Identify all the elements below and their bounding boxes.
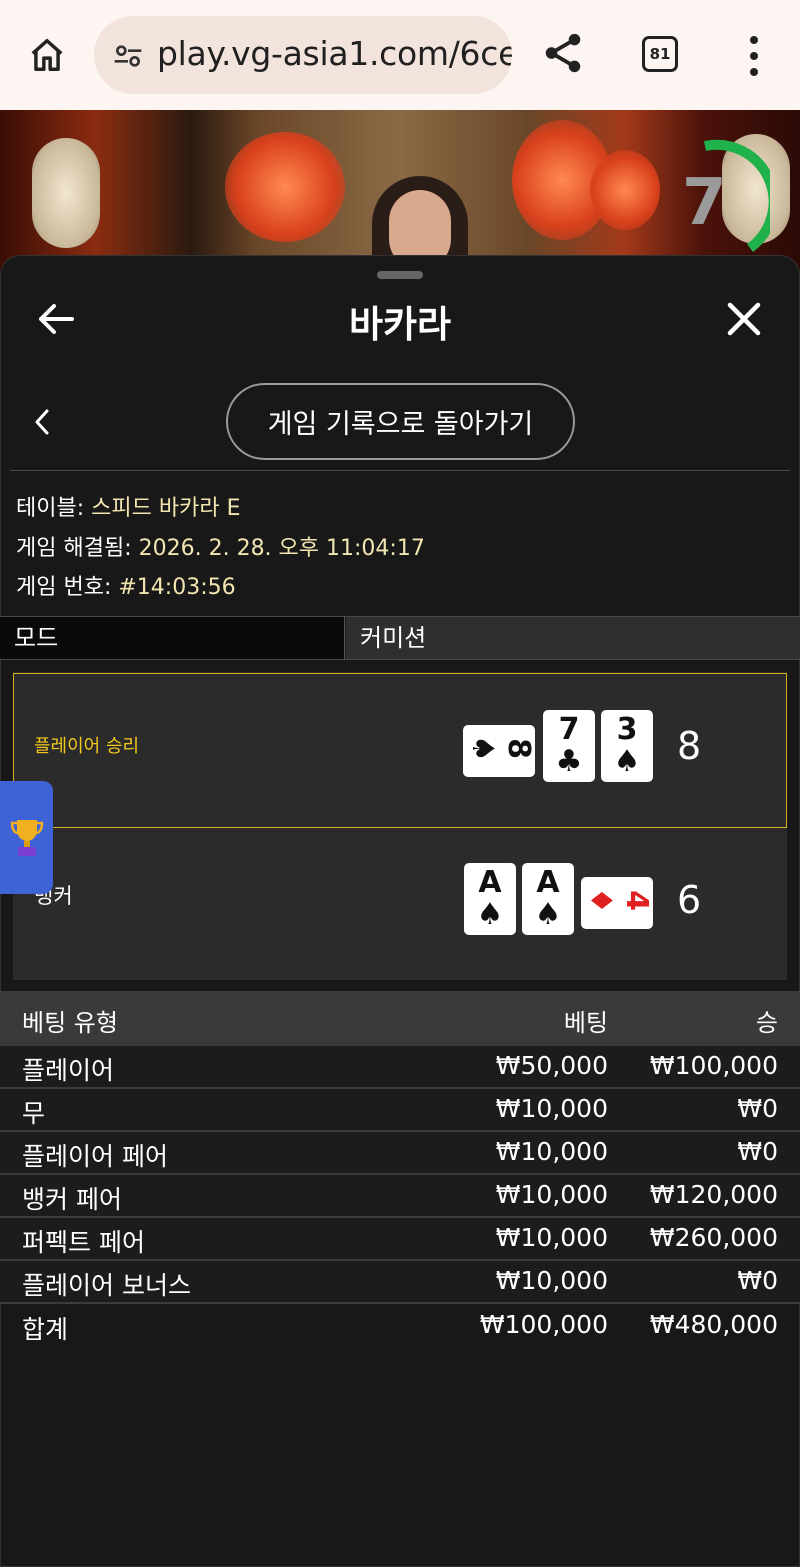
bet-amount: ₩10,000 (495, 1223, 608, 1252)
header-bet: 베팅 (563, 1009, 608, 1037)
table-info: 테이블: 스피드 바카라 E (16, 490, 240, 522)
tab-switcher-button[interactable]: 81 (642, 36, 678, 72)
win-amount: ₩120,000 (649, 1180, 778, 1209)
url-text[interactable]: play.vg-asia1.com/6ce (157, 34, 512, 73)
sheet-title: 바카라 (348, 303, 452, 346)
card-rank: 8 (501, 738, 537, 759)
lantern-decoration (32, 138, 100, 248)
bets-table-header: 베팅 유형 베팅 승 (0, 991, 800, 1046)
win-amount: ₩0 (737, 1094, 778, 1123)
bet-amount: ₩10,000 (495, 1094, 608, 1123)
resolved-info: 게임 해결됨: 2026. 2. 28. 오후 11:04:17 (16, 530, 425, 562)
card-suit: ♠ (464, 735, 500, 762)
player-win-label: 플레이어 승리 (34, 736, 140, 757)
card-rank: 3 (616, 712, 638, 747)
mode-row: 모드 커미션 (0, 616, 800, 660)
player-card-3: 3 ♠ (601, 710, 653, 782)
table-row: 플레이어 ₩50,000 ₩100,000 (0, 1046, 800, 1089)
player-card-2: 7 ♣ (543, 710, 595, 782)
resolved-value: 2026. 2. 28. 오후 11:04:17 (138, 536, 425, 561)
bet-amount: ₩50,000 (495, 1051, 608, 1080)
table-row: 플레이어 보너스 ₩10,000 ₩0 (0, 1261, 800, 1304)
card-rank: A (478, 865, 502, 900)
chevron-left-icon[interactable] (32, 408, 52, 436)
bet-type: 플레이어 페어 (22, 1142, 168, 1171)
player-card-1: ♠ 8 (463, 725, 537, 777)
close-icon[interactable] (726, 301, 762, 337)
win-amount: ₩100,000 (649, 1051, 778, 1080)
card-rank: A (536, 865, 560, 900)
total-label: 합계 (22, 1315, 69, 1344)
resolved-label: 게임 해결됨: (16, 536, 139, 561)
card-rank: 7 (558, 712, 580, 747)
trophy-tab[interactable] (0, 781, 53, 894)
win-amount: ₩0 (737, 1266, 778, 1295)
table-row: 무 ₩10,000 ₩0 (0, 1089, 800, 1132)
win-amount: ₩0 (737, 1137, 778, 1166)
bet-type: 무 (22, 1099, 46, 1128)
tab-count: 81 (649, 45, 671, 63)
banker-card-3: ♦ 4 (581, 877, 655, 929)
bet-amount: ₩10,000 (495, 1137, 608, 1166)
table-row: 뱅커 페어 ₩10,000 ₩120,000 (0, 1175, 800, 1218)
bet-type: 플레이어 (22, 1056, 115, 1085)
table-row: 퍼펙트 페어 ₩10,000 ₩260,000 (0, 1218, 800, 1261)
banker-card-1: A ♠ (464, 863, 516, 935)
card-suit: ♠ (613, 744, 641, 779)
mode-label: 모드 (0, 617, 345, 659)
trophy-icon (10, 819, 43, 856)
player-score: 8 (677, 724, 702, 768)
divider (10, 470, 790, 471)
home-button[interactable] (26, 34, 68, 76)
card-rank: 4 (619, 890, 655, 911)
round-label: 게임 번호: (16, 575, 119, 600)
header-bet-type: 베팅 유형 (22, 1009, 118, 1037)
bet-type: 플레이어 보너스 (22, 1271, 191, 1300)
total-win: ₩480,000 (649, 1310, 778, 1339)
back-to-history-button[interactable]: 게임 기록으로 돌아가기 (226, 383, 575, 460)
mode-value: 커미션 (346, 617, 800, 659)
bet-amount: ₩10,000 (495, 1180, 608, 1209)
banker-score: 6 (677, 878, 702, 922)
banker-card-2: A ♠ (522, 863, 574, 935)
bet-type: 뱅커 페어 (22, 1185, 122, 1214)
total-row: 합계 ₩100,000 ₩480,000 (0, 1304, 800, 1348)
url-bar[interactable]: play.vg-asia1.com/6ce (94, 16, 512, 94)
home-icon (31, 39, 63, 71)
back-to-history-label: 게임 기록으로 돌아가기 (267, 409, 534, 440)
total-bet: ₩100,000 (479, 1310, 608, 1339)
header-win: 승 (755, 1009, 778, 1037)
card-suit: ♦ (582, 887, 618, 914)
browser-toolbar: play.vg-asia1.com/6ce 81 (0, 0, 800, 110)
countdown-value: 7 (682, 166, 727, 240)
sheet-drag-handle[interactable] (377, 271, 423, 279)
round-info: 게임 번호: #14:03:56 (16, 569, 236, 601)
table-value: 스피드 바카라 E (91, 496, 241, 521)
card-suit: ♠ (534, 897, 562, 932)
live-video: 7 (0, 110, 800, 270)
round-value: #14:03:56 (118, 575, 236, 600)
bet-amount: ₩10,000 (495, 1266, 608, 1295)
table-label: 테이블: (16, 496, 92, 521)
win-amount: ₩260,000 (649, 1223, 778, 1252)
bet-type: 퍼펙트 페어 (22, 1228, 145, 1257)
more-menu-icon[interactable] (742, 36, 766, 76)
card-suit: ♣ (555, 744, 583, 779)
blossom-decoration (225, 132, 345, 242)
share-icon[interactable] (540, 30, 586, 76)
card-suit: ♠ (476, 897, 504, 932)
site-settings-icon[interactable] (112, 40, 144, 72)
table-row: 플레이어 페어 ₩10,000 ₩0 (0, 1132, 800, 1175)
